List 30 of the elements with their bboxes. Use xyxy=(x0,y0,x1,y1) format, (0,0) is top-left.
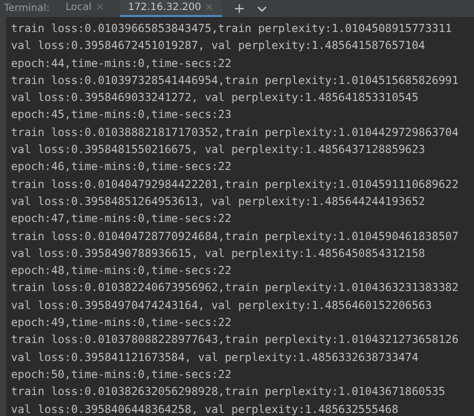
output-line: train loss:0.01039665853843475,train perplexity:1.0104508915773311 xyxy=(11,21,453,37)
chevron-down-icon[interactable] xyxy=(257,4,268,12)
output-line: val loss:0.39584970474243164, val perplexity:1.4856460152206563 xyxy=(11,298,433,314)
output-line: train loss:0.010378088228977643,train perplexity:1.0104321273658126 xyxy=(11,332,460,348)
output-line: train loss:0.010382240673956962,train perplexity:1.0104363231383382 xyxy=(11,280,460,296)
output-line: train loss:0.010382632056298928,train perplexity:1.01043671860535 xyxy=(11,384,446,400)
output-line: train loss:0.010404792984422201,train perplexity:1.0104591110689622 xyxy=(11,176,460,193)
output-line: val loss:0.3958406448364258, val perplexity:1.485632555468 xyxy=(11,402,400,416)
add-tab-button[interactable]: + xyxy=(230,0,250,17)
output-line: train loss:0.010397328541446954,train perplexity:1.0104515685826991 xyxy=(11,72,460,89)
output-line: val loss:0.3958481550216675, val perplexity:1.4856437128859623 xyxy=(11,142,426,158)
terminal-tab[interactable]: Local × xyxy=(58,0,112,17)
output-line: val loss:0.395841121673584, val perplexity:1.4856332638733474 xyxy=(11,350,420,366)
terminal-label: Terminal: xyxy=(4,2,50,16)
output-line: epoch:49,time-mins:0,time-secs:22 xyxy=(11,315,232,332)
output-line: epoch:47,time-mins:0,time-secs:22 xyxy=(11,211,232,228)
terminal-tab[interactable]: 172.16.32.200 × xyxy=(120,0,222,17)
output-line: epoch:45,time-mins:0,time-secs:23 xyxy=(11,107,232,124)
output-line: epoch:48,time-mins:0,time-secs:22 xyxy=(11,263,232,280)
output-line: train loss:0.010404728770924684,train perplexity:1.0104590461838507 xyxy=(11,228,460,245)
output-line: val loss:0.3958490788936615, val perplexity:1.4856450854312158 xyxy=(11,246,426,262)
output-line: epoch:46,time-mins:0,time-secs:22 xyxy=(11,159,232,176)
output-line: epoch:50,time-mins:0,time-secs:22 xyxy=(11,366,232,383)
output-line: val loss:0.39584672451019287, val perplexity:1.485641587657104 xyxy=(11,38,426,54)
output-line: train loss:0.010388821817170352,train perplexity:1.0104429729863704 xyxy=(11,124,460,141)
output-line: val loss:0.3958469033241272, val perplexity:1.485641853310545 xyxy=(11,90,420,106)
close-icon[interactable]: × xyxy=(96,2,104,13)
output-line: epoch:44,time-mins:0,time-secs:22 xyxy=(11,56,232,72)
output-line: val loss:0.39584851264953613, val perplexity:1.485644244193652 xyxy=(11,194,426,210)
close-icon[interactable]: × xyxy=(205,2,214,13)
